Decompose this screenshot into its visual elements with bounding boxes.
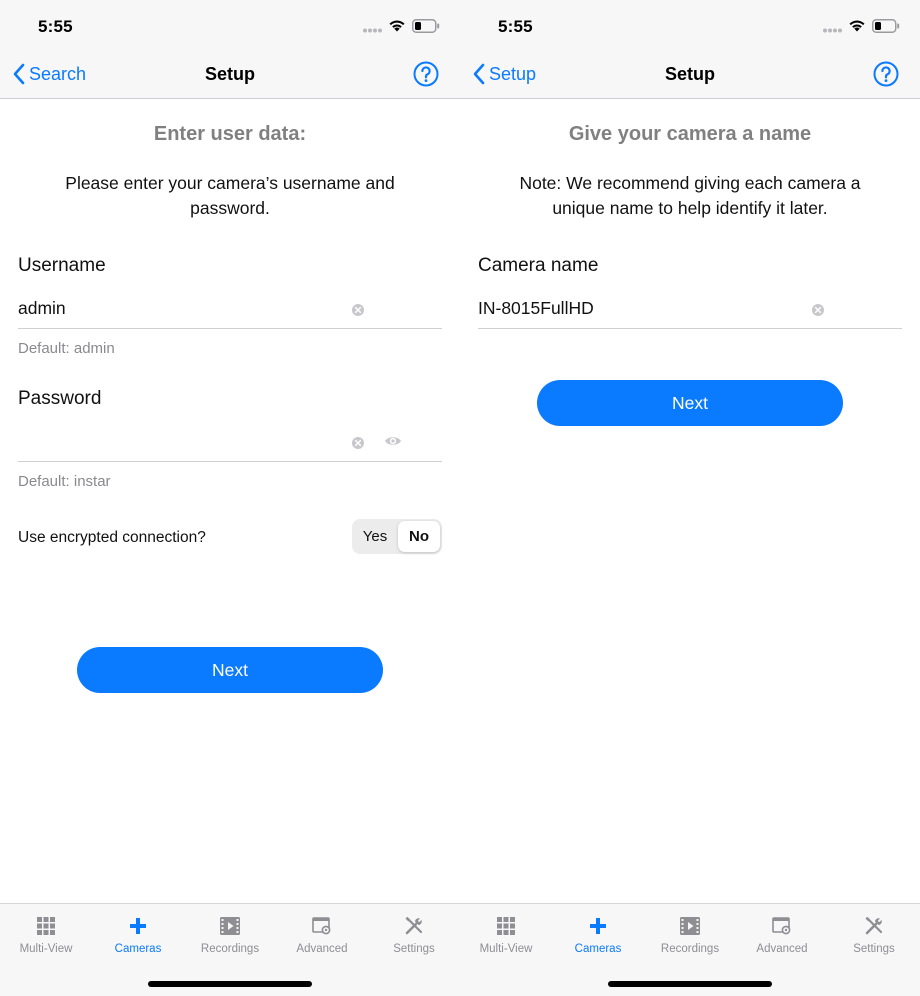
plus-icon (590, 918, 606, 934)
help-icon[interactable] (873, 61, 899, 87)
wifi-icon (849, 20, 865, 32)
tab-label: Settings (393, 943, 435, 955)
window-gear-icon (772, 917, 791, 935)
tab-recordings[interactable]: Recordings (644, 914, 736, 955)
section-heading: Enter user data: (153, 123, 307, 145)
tools-icon (405, 916, 423, 935)
instructions-text: Please enter your camera’s username and … (65, 173, 395, 218)
tab-cameras[interactable]: Cameras (552, 914, 644, 955)
wifi-icon (389, 20, 405, 32)
password-label: Password (18, 388, 102, 409)
page-title: Setup (664, 64, 715, 84)
tab-label: Recordings (660, 943, 720, 955)
tab-label: Settings (853, 943, 895, 955)
status-bar: 5:55 (460, 0, 920, 50)
window-gear-icon (312, 917, 331, 935)
next-button[interactable]: Next (77, 647, 383, 693)
tab-label: Multi-View (19, 943, 73, 955)
tab-settings[interactable]: Settings (828, 914, 920, 955)
home-indicator (148, 981, 312, 987)
password-field[interactable] (18, 422, 442, 462)
status-bar: 5:55 (0, 0, 460, 50)
status-time: 5:55 (498, 17, 533, 36)
password-hint: Default: instar (18, 473, 111, 490)
status-time: 5:55 (38, 17, 73, 36)
next-button[interactable]: Next (537, 380, 843, 426)
eye-icon[interactable] (384, 434, 402, 448)
navigation-bar: Search Setup (0, 50, 460, 99)
tab-recordings[interactable]: Recordings (184, 914, 276, 955)
battery-icon (872, 19, 900, 33)
tab-label: Cameras (114, 943, 162, 955)
username-label: Username (18, 255, 106, 276)
clear-icon[interactable] (811, 303, 825, 317)
film-icon (680, 917, 700, 935)
username-hint: Default: admin (18, 340, 115, 357)
encrypted-connection-toggle[interactable]: Yes No (352, 519, 442, 554)
film-icon (220, 917, 240, 935)
segment-yes[interactable]: Yes (354, 521, 396, 552)
tab-multi-view[interactable]: Multi-View (0, 914, 92, 955)
camera-name-value: IN-8015FullHD (478, 298, 594, 318)
grid-icon (497, 917, 515, 935)
tools-icon (865, 916, 883, 935)
tab-cameras[interactable]: Cameras (92, 914, 184, 955)
encrypted-connection-label: Use encrypted connection? (18, 529, 206, 546)
section-heading: Give your camera a name (568, 123, 812, 145)
clear-icon[interactable] (351, 303, 365, 317)
camera-name-label: Camera name (478, 255, 599, 276)
tab-advanced[interactable]: Advanced (276, 914, 368, 955)
tab-label: Multi-View (479, 943, 533, 955)
tab-label: Cameras (574, 943, 622, 955)
camera-name-field[interactable]: IN-8015FullHD (478, 289, 902, 329)
home-indicator (608, 981, 772, 987)
username-value: admin (18, 298, 66, 318)
tab-advanced[interactable]: Advanced (736, 914, 828, 955)
tab-settings[interactable]: Settings (368, 914, 460, 955)
note-text: Note: We recommend giving each camera a … (519, 173, 861, 218)
screen-enter-user-data: 5:55 Search Setup Enter user data: Pleas… (0, 0, 460, 996)
segment-no[interactable]: No (398, 521, 440, 552)
grid-icon (37, 917, 55, 935)
screen-camera-name: 5:55 Setup Setup Give your camera a name… (460, 0, 920, 996)
username-field[interactable]: admin (18, 289, 442, 329)
navigation-bar: Setup Setup (460, 50, 920, 99)
help-icon[interactable] (413, 61, 439, 87)
clear-icon[interactable] (351, 436, 365, 450)
cellular-signal-icon (823, 28, 842, 33)
cellular-signal-icon (363, 28, 382, 33)
tab-label: Advanced (756, 943, 808, 955)
battery-icon (412, 19, 440, 33)
tab-label: Recordings (200, 943, 260, 955)
tab-multi-view[interactable]: Multi-View (460, 914, 552, 955)
tab-label: Advanced (296, 943, 348, 955)
page-title: Setup (204, 64, 255, 84)
plus-icon (130, 918, 146, 934)
